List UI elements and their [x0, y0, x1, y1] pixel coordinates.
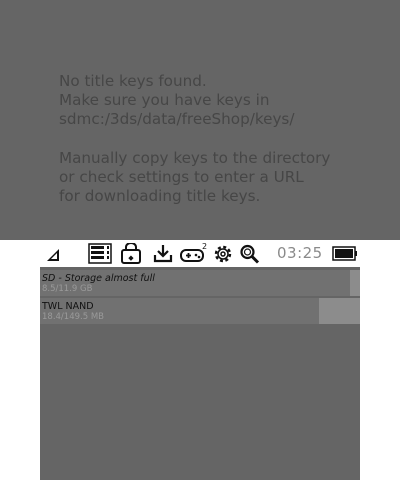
svg-text:◆: ◆ — [128, 254, 134, 262]
message-line: Manually copy keys to the directory — [59, 148, 331, 167]
twl-nand-storage-free-fill — [319, 298, 360, 324]
sd-storage-free-fill — [350, 270, 360, 296]
top-screen: No title keys found. Make sure you have … — [0, 0, 400, 240]
sd-storage-name: SD - Storage almost full — [42, 273, 155, 284]
signal-icon — [47, 249, 59, 261]
twl-nand-storage-bar: TWL NAND 18.4/149.5 MB — [40, 298, 360, 324]
message-line: or check settings to enter a URL — [59, 168, 304, 186]
sd-storage-size: 8.5/11.9 GB — [42, 284, 93, 294]
clock-time: 03:25 — [277, 244, 323, 262]
twl-nand-storage-size: 18.4/149.5 MB — [42, 312, 104, 322]
message-line: Make sure you have keys in — [59, 91, 270, 110]
bottom-screen: ◆ 2 03:25 SD - Storage almost full 8.5/1… — [40, 240, 360, 480]
shop-bag-icon[interactable]: ◆ — [120, 243, 142, 264]
twl-nand-storage-name: TWL NAND — [42, 301, 94, 312]
message-line: sdmc:/3ds/data/freeShop/keys/ — [59, 110, 295, 129]
sd-storage-bar: SD - Storage almost full 8.5/11.9 GB — [40, 270, 360, 296]
message-line: for downloading title keys. — [59, 187, 261, 206]
browse-list-icon[interactable] — [88, 243, 112, 264]
status-bar: ◆ 2 03:25 — [40, 240, 360, 267]
search-icon[interactable] — [239, 243, 261, 264]
message-line: No title keys found. — [59, 72, 207, 90]
no-title-keys-message: No title keys found. Make sure you have … — [59, 72, 389, 206]
download-icon[interactable] — [153, 243, 173, 264]
settings-gear-icon[interactable] — [213, 243, 233, 264]
controller-badge: 2 — [202, 242, 208, 251]
battery-icon — [332, 246, 357, 261]
